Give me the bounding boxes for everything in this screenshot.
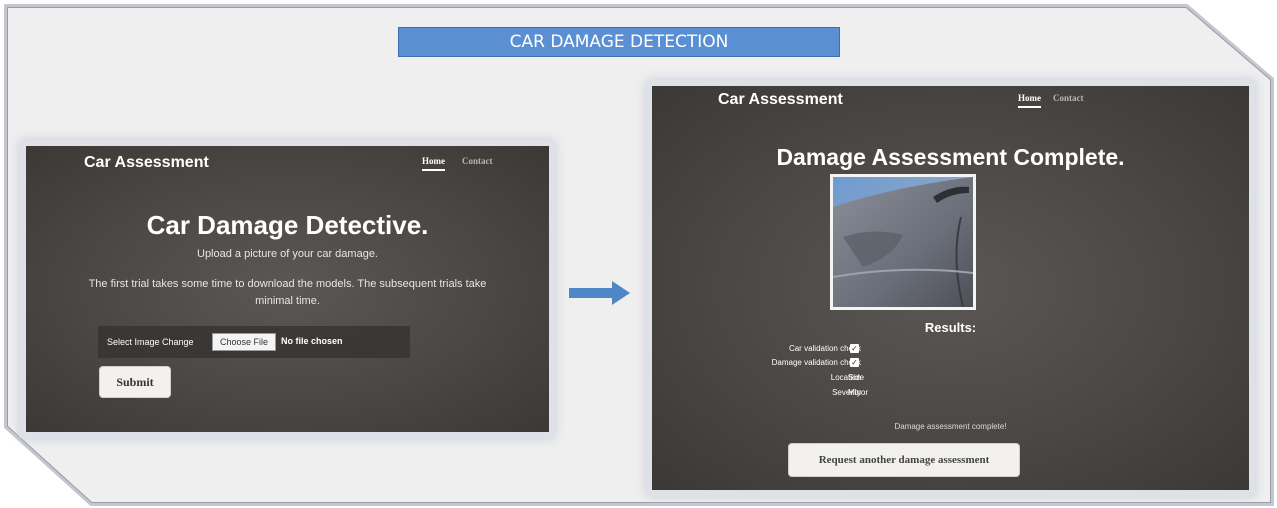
car-damage-photo [830,174,976,310]
upload-instructions: Upload a picture of your car damage. [197,248,378,260]
result-row: Car validation check ✓ [652,344,1249,357]
nav-contact-link[interactable]: Contact [1053,93,1084,103]
result-value: Side [848,373,865,382]
results-page-screenshot: Car Assessment Home Contact Damage Asses… [652,86,1249,490]
result-label: Damage validation check [771,358,861,367]
page-heading: Car Damage Detective. [146,210,429,240]
page-heading: Damage Assessment Complete. [776,144,1125,170]
checkbox-icon: ✓ [850,358,859,367]
file-upload-field: Select Image Change Choose File No file … [98,326,410,358]
file-status-text: No file chosen [281,336,343,346]
navbar-brand[interactable]: Car Assessment [718,91,843,109]
result-row: Location Side [652,373,1249,386]
result-row: Severity Minor [652,388,1249,401]
right-arrow-icon [568,280,632,311]
nav-home-link[interactable]: Home [1018,93,1041,108]
results-heading: Results: [924,320,977,335]
page-title-banner: CAR DAMAGE DETECTION [398,27,840,57]
choose-file-button[interactable]: Choose File [212,333,276,351]
upload-label: Select Image Change [107,337,194,347]
checkbox-icon: ✓ [850,344,859,353]
submit-button[interactable]: Submit [99,366,171,398]
nav-contact-link[interactable]: Contact [462,156,493,166]
result-value: Minor [848,388,869,397]
nav-home-link[interactable]: Home [422,156,445,171]
model-download-note: The first trial takes some time to downl… [88,278,487,307]
result-row: Damage validation check ✓ [652,358,1249,371]
navbar-brand[interactable]: Car Assessment [84,154,209,172]
assessment-status-text: Damage assessment complete! [894,422,1007,431]
upload-page-screenshot: Car Assessment Home Contact Car Damage D… [26,146,549,432]
request-assessment-button[interactable]: Request another damage assessment [788,443,1020,477]
